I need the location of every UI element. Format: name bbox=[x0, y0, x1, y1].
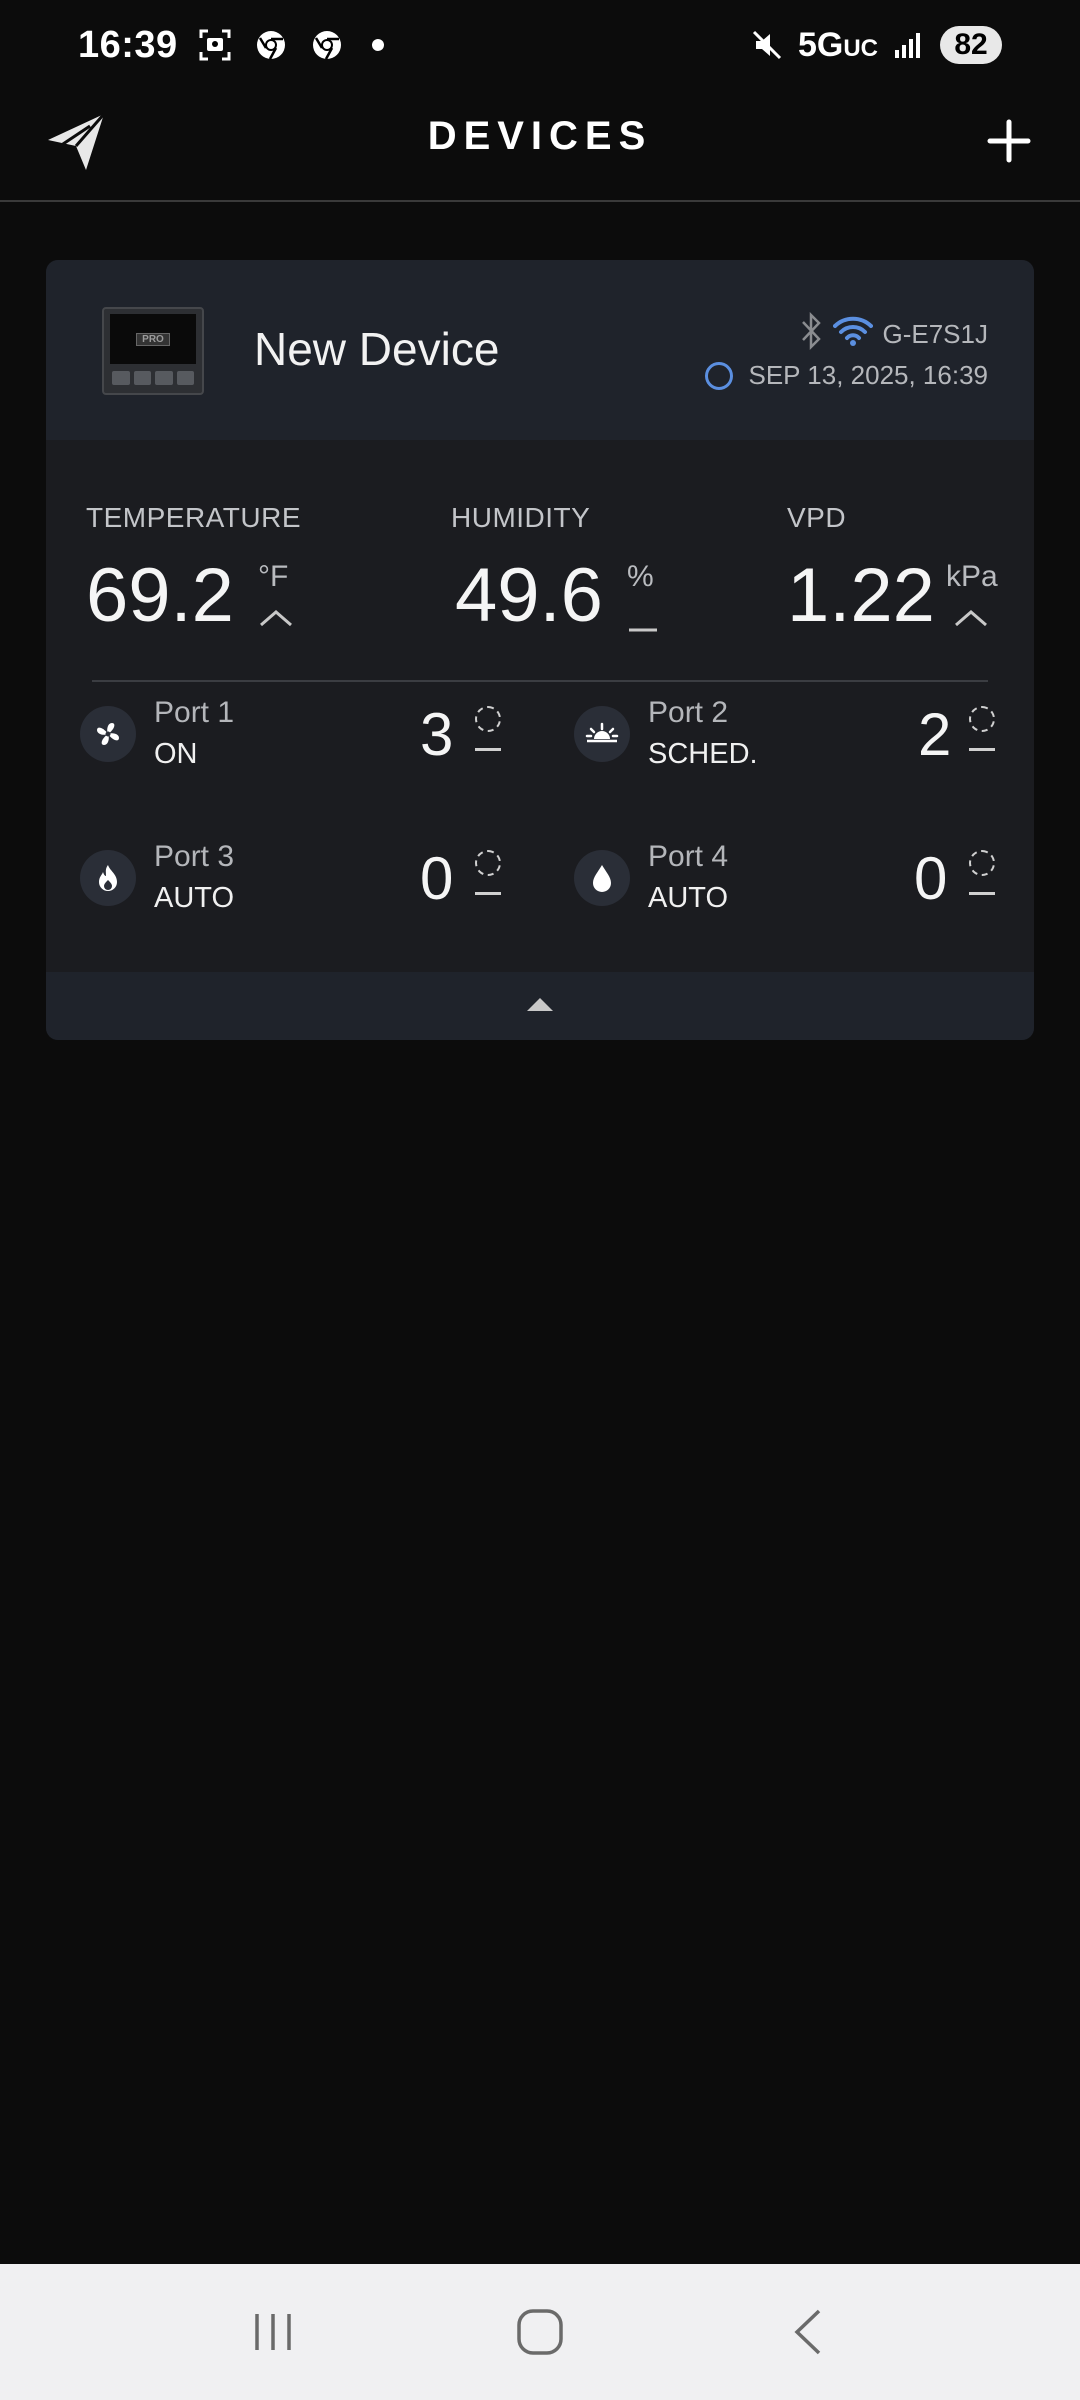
bluetooth-icon bbox=[799, 311, 823, 357]
temperature-unit: °F bbox=[258, 560, 289, 593]
wifi-icon bbox=[832, 315, 873, 354]
device-name: New Device bbox=[254, 323, 500, 375]
timestamp-row: SEP 13, 2025, 16:39 bbox=[704, 360, 989, 391]
page-title: DEVICES bbox=[427, 114, 653, 158]
fan-icon bbox=[80, 706, 136, 762]
port-name: Port 2 bbox=[648, 696, 729, 729]
port-status-icon bbox=[969, 850, 999, 895]
device-id: G-E7S1J bbox=[882, 319, 989, 349]
device-timestamp: SEP 13, 2025, 16:39 bbox=[748, 360, 989, 390]
port-level: 0 bbox=[420, 845, 454, 912]
port-item[interactable]: Port 4 AUTO 0 bbox=[574, 838, 1004, 918]
status-bar: 16:39 5GUC 82 bbox=[0, 0, 1080, 90]
status-right: 5GUC 82 bbox=[748, 26, 1002, 65]
home-button[interactable] bbox=[495, 2287, 585, 2377]
port-level: 0 bbox=[914, 845, 948, 912]
port-mode: ON bbox=[154, 738, 198, 770]
connection-row: G-E7S1J bbox=[799, 311, 989, 357]
battery-level: 82 bbox=[940, 26, 1002, 64]
ports-panel: Port 1 ON 3 Port 2 SCHED. 2 Port 3 AUTO … bbox=[46, 680, 1034, 970]
device-card[interactable]: PRO New Device G-E7S1J SEP 13, 2025, 16:… bbox=[46, 260, 1034, 1040]
network-type: 5GUC bbox=[797, 25, 878, 64]
port-level: 3 bbox=[420, 701, 454, 768]
device-thumb-label: PRO bbox=[136, 332, 170, 346]
port-item[interactable]: Port 3 AUTO 0 bbox=[80, 838, 510, 918]
temperature-reading: TEMPERATURE 69.2 °F bbox=[86, 502, 301, 638]
signal-icon bbox=[890, 26, 928, 64]
port-name: Port 4 bbox=[648, 840, 729, 873]
humidity-label: HUMIDITY bbox=[451, 502, 591, 533]
device-thumbnail: PRO bbox=[102, 307, 204, 395]
recents-button[interactable] bbox=[228, 2287, 318, 2377]
humidity-reading: HUMIDITY 49.6 % bbox=[451, 502, 657, 638]
droplet-icon bbox=[574, 850, 630, 906]
back-button[interactable] bbox=[762, 2287, 852, 2377]
temperature-label: TEMPERATURE bbox=[86, 502, 301, 533]
flame-icon bbox=[80, 850, 136, 906]
trend-up-icon bbox=[953, 608, 989, 633]
trend-flat-icon bbox=[627, 620, 659, 638]
port-status-icon bbox=[969, 706, 999, 751]
add-device-button[interactable] bbox=[980, 112, 1038, 170]
trend-up-icon bbox=[258, 608, 294, 633]
port-item[interactable]: Port 2 SCHED. 2 bbox=[574, 694, 1004, 774]
chrome-icon bbox=[252, 26, 290, 64]
vpd-reading: VPD 1.22 kPa bbox=[787, 502, 998, 638]
app-header: DEVICES bbox=[0, 90, 1080, 202]
status-left: 16:39 bbox=[78, 24, 384, 67]
chrome-icon bbox=[308, 26, 346, 64]
temperature-value: 69.2 bbox=[86, 553, 234, 638]
port-mode: AUTO bbox=[648, 882, 729, 914]
port-level: 2 bbox=[918, 701, 952, 768]
status-time: 16:39 bbox=[78, 23, 178, 66]
vpd-unit: kPa bbox=[946, 560, 998, 593]
screenshot-icon bbox=[196, 26, 234, 64]
port-mode: AUTO bbox=[154, 882, 235, 914]
port-name: Port 3 bbox=[154, 840, 235, 873]
mute-icon bbox=[748, 26, 786, 64]
vpd-label: VPD bbox=[787, 502, 847, 533]
device-card-header[interactable]: PRO New Device G-E7S1J SEP 13, 2025, 16:… bbox=[46, 260, 1034, 440]
vpd-value: 1.22 bbox=[787, 553, 935, 638]
status-ring-icon bbox=[704, 361, 733, 390]
readings-panel: TEMPERATURE 69.2 °F HUMIDITY 49.6 % VPD … bbox=[46, 440, 1034, 682]
humidity-value: 49.6 bbox=[455, 553, 603, 638]
port-status-icon bbox=[475, 706, 505, 751]
caret-up-icon bbox=[525, 996, 555, 1017]
collapse-button[interactable] bbox=[46, 972, 1034, 1040]
port-status-icon bbox=[475, 850, 505, 895]
port-name: Port 1 bbox=[154, 696, 235, 729]
notification-dot-icon bbox=[371, 39, 384, 51]
system-nav-bar bbox=[0, 2264, 1080, 2400]
humidity-unit: % bbox=[627, 560, 654, 593]
port-item[interactable]: Port 1 ON 3 bbox=[80, 694, 510, 774]
port-mode: SCHED. bbox=[648, 738, 758, 770]
sun-icon bbox=[574, 706, 630, 762]
